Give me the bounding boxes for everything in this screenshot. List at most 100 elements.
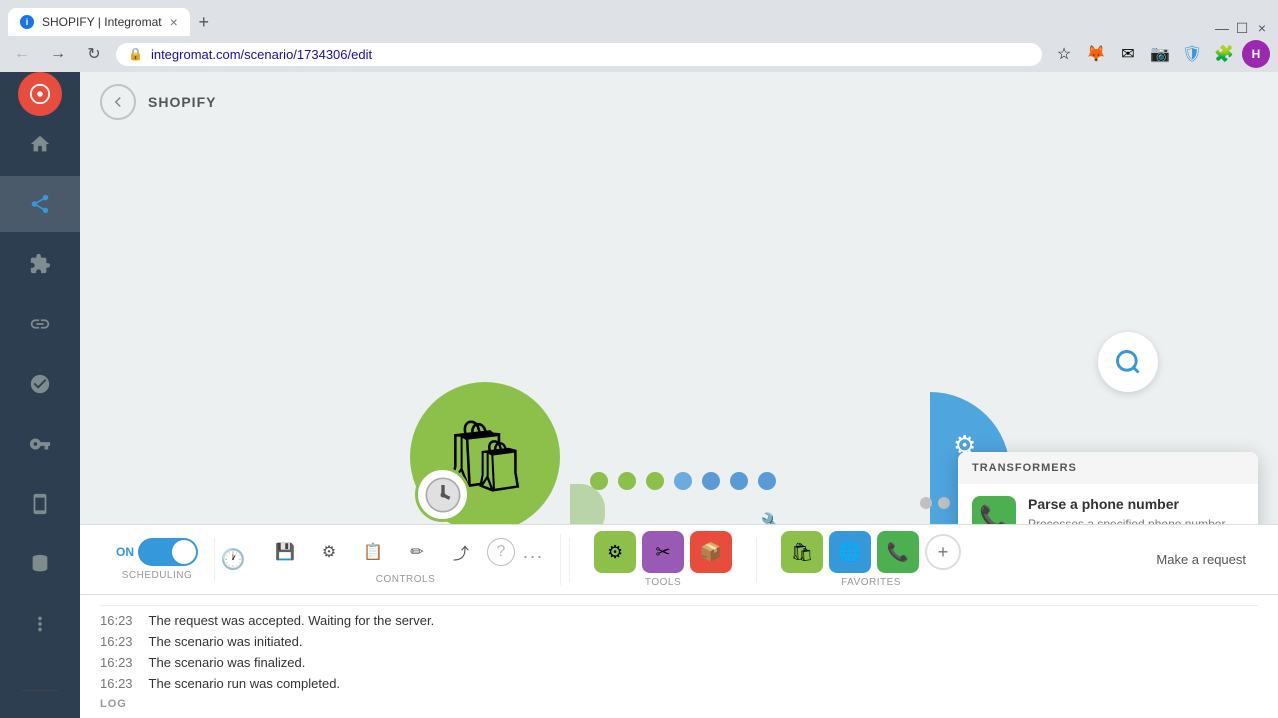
sidebar-item-more[interactable] bbox=[0, 596, 80, 652]
log-time: 16:23 bbox=[100, 634, 133, 649]
address-bar[interactable]: 🔒 integromat.com/scenario/1734306/edit bbox=[116, 43, 1042, 66]
log-area: 16:23 The request was accepted. Waiting f… bbox=[80, 594, 1278, 718]
sidebar-item-apps[interactable] bbox=[0, 236, 80, 292]
tools-btn-2[interactable]: ✂ bbox=[642, 531, 684, 573]
phone-parse-icon: 📞 bbox=[972, 496, 1016, 524]
sidebar-nav bbox=[0, 116, 80, 652]
toggle-thumb bbox=[172, 540, 196, 564]
maximize-btn[interactable]: ☐ bbox=[1234, 20, 1250, 36]
camera-btn[interactable]: 📷 bbox=[1146, 40, 1174, 68]
tab-bar: i SHOPIFY | Integromat × + — ☐ × bbox=[0, 0, 1278, 36]
divider-2 bbox=[756, 538, 757, 582]
shield-btn[interactable]: 🛡 bbox=[1178, 40, 1206, 68]
search-float-btn[interactable] bbox=[1098, 332, 1158, 392]
sidebar-item-webhooks[interactable] bbox=[0, 356, 80, 412]
scheduling-label: SCHEDULING bbox=[122, 570, 193, 581]
scenario-title: SHOPIFY bbox=[148, 94, 216, 110]
shopify-circle: 🛍 bbox=[410, 382, 560, 524]
scenario-header: SHOPIFY bbox=[80, 72, 1278, 132]
toggle-track[interactable] bbox=[138, 538, 198, 566]
shopify-node[interactable]: 🛍 bbox=[410, 382, 560, 524]
log-label: LOG bbox=[100, 694, 1258, 710]
shopify-clock-icon bbox=[415, 467, 470, 522]
tab-title: SHOPIFY | Integromat bbox=[42, 15, 162, 29]
favorites-label: FAVORITES bbox=[841, 577, 901, 588]
log-entry: 16:23 The scenario was initiated. bbox=[100, 631, 1258, 652]
toolbar-tools-section: ⚙ ✂ 📦 TOOLS bbox=[578, 531, 748, 588]
popup-item-desc: Processes a specified phone number and c… bbox=[1028, 516, 1244, 524]
sidebar-item-connections[interactable] bbox=[0, 296, 80, 352]
log-time: 16:23 bbox=[100, 613, 133, 628]
mail-btn[interactable]: ✉ bbox=[1114, 40, 1142, 68]
close-window-btn[interactable]: × bbox=[1254, 20, 1270, 36]
minimize-btn[interactable]: — bbox=[1214, 20, 1230, 36]
sidebar-bottom: ? bbox=[0, 652, 80, 718]
log-message: The request was accepted. Waiting for th… bbox=[149, 613, 435, 628]
tools-btn-1[interactable]: ⚙ bbox=[594, 531, 636, 573]
help-toolbar-btn[interactable]: ? bbox=[487, 538, 515, 566]
integromat-logo[interactable] bbox=[18, 72, 62, 116]
tab-close-btn[interactable]: × bbox=[170, 14, 178, 30]
lock-icon: 🔒 bbox=[128, 47, 143, 61]
popup-item-text: Parse a phone number Processes a specifi… bbox=[1028, 496, 1244, 524]
forward-nav-btn[interactable]: → bbox=[44, 40, 72, 68]
log-entries: 16:23 The request was accepted. Waiting f… bbox=[100, 610, 1258, 694]
tab-favicon: i bbox=[20, 15, 34, 29]
toolbar-controls-section: 💾 ⚙ 📋 ✏ ⤴ ? ... CONTROLS bbox=[251, 534, 561, 585]
settings-btn[interactable]: ⚙ bbox=[311, 534, 347, 570]
log-message: The scenario was finalized. bbox=[149, 655, 306, 670]
bookmark-btn[interactable]: ☆ bbox=[1050, 40, 1078, 68]
sidebar-item-home[interactable] bbox=[0, 116, 80, 172]
address-text: integromat.com/scenario/1734306/edit bbox=[151, 47, 372, 62]
phone-unicode-icon: 📞 bbox=[979, 504, 1009, 525]
make-request-label[interactable]: Make a request bbox=[1144, 552, 1258, 567]
scheduling-toggle: ON bbox=[116, 538, 198, 566]
save-btn[interactable]: 💾 bbox=[267, 534, 303, 570]
new-tab-btn[interactable]: + bbox=[190, 8, 218, 36]
toggle-on-label: ON bbox=[116, 545, 134, 559]
back-nav-btn[interactable]: ← bbox=[8, 40, 36, 68]
fav-btn-shopify[interactable]: 🛍 bbox=[781, 531, 823, 573]
dot-6 bbox=[730, 472, 748, 490]
edit-btn[interactable]: ✏ bbox=[399, 534, 435, 570]
more-btn[interactable]: ... bbox=[523, 542, 544, 563]
fav-add-btn[interactable]: + bbox=[925, 534, 961, 570]
sidebar-logo bbox=[0, 72, 80, 116]
firefox-btn[interactable]: 🦊 bbox=[1082, 40, 1110, 68]
flow-btn[interactable]: ⤴ bbox=[443, 534, 479, 570]
sidebar-item-keys[interactable] bbox=[0, 416, 80, 472]
connector-dots bbox=[590, 472, 776, 490]
browser-chrome: i SHOPIFY | Integromat × + — ☐ × ← → ↻ 🔒… bbox=[0, 0, 1278, 72]
popup-header: TRANSFORMERS bbox=[958, 452, 1258, 484]
transformer-popup: TRANSFORMERS 📞 Parse a phone number Proc… bbox=[958, 452, 1258, 524]
extensions-btn[interactable]: 🧩 bbox=[1210, 40, 1238, 68]
sidebar: ? bbox=[0, 72, 80, 718]
back-button[interactable] bbox=[100, 84, 136, 120]
sidebar-item-datastore[interactable] bbox=[0, 536, 80, 592]
log-time: 16:23 bbox=[100, 655, 133, 670]
tools-btn-3[interactable]: 📦 bbox=[690, 531, 732, 573]
favorites-btns: 🛍 🌐 📞 + bbox=[781, 531, 961, 573]
active-tab[interactable]: i SHOPIFY | Integromat × bbox=[8, 8, 190, 36]
sidebar-item-devices[interactable] bbox=[0, 476, 80, 532]
arrow-shape bbox=[570, 484, 605, 524]
toolbar: ON SCHEDULING 🕐 💾 ⚙ 📋 ✏ ⤴ bbox=[80, 524, 1278, 594]
user-avatar-btn[interactable]: H bbox=[1242, 40, 1270, 68]
controls-btns: 💾 ⚙ 📋 ✏ ⤴ ? ... bbox=[267, 534, 544, 570]
log-message: The scenario was initiated. bbox=[149, 634, 303, 649]
popup-item[interactable]: 📞 Parse a phone number Processes a speci… bbox=[958, 484, 1258, 524]
wrench-icon[interactable]: 🔧 bbox=[760, 512, 787, 524]
sidebar-item-scenarios[interactable] bbox=[0, 176, 80, 232]
controls-label: CONTROLS bbox=[376, 574, 436, 585]
canvas: 🛍 bbox=[80, 132, 1278, 524]
refresh-btn[interactable]: ↻ bbox=[80, 40, 108, 68]
fav-btn-globe[interactable]: 🌐 bbox=[829, 531, 871, 573]
right-connector-dots bbox=[920, 497, 950, 509]
notes-btn[interactable]: 📋 bbox=[355, 534, 391, 570]
fav-btn-phone[interactable]: 📞 bbox=[877, 531, 919, 573]
scheduling-clock-btn[interactable]: 🕐 bbox=[215, 542, 251, 578]
small-dot-1 bbox=[920, 497, 932, 509]
tools-btns: ⚙ ✂ 📦 bbox=[594, 531, 732, 573]
log-entry: 16:23 The request was accepted. Waiting f… bbox=[100, 610, 1258, 631]
log-entry: 16:23The scenario run was completed. bbox=[100, 673, 1258, 694]
